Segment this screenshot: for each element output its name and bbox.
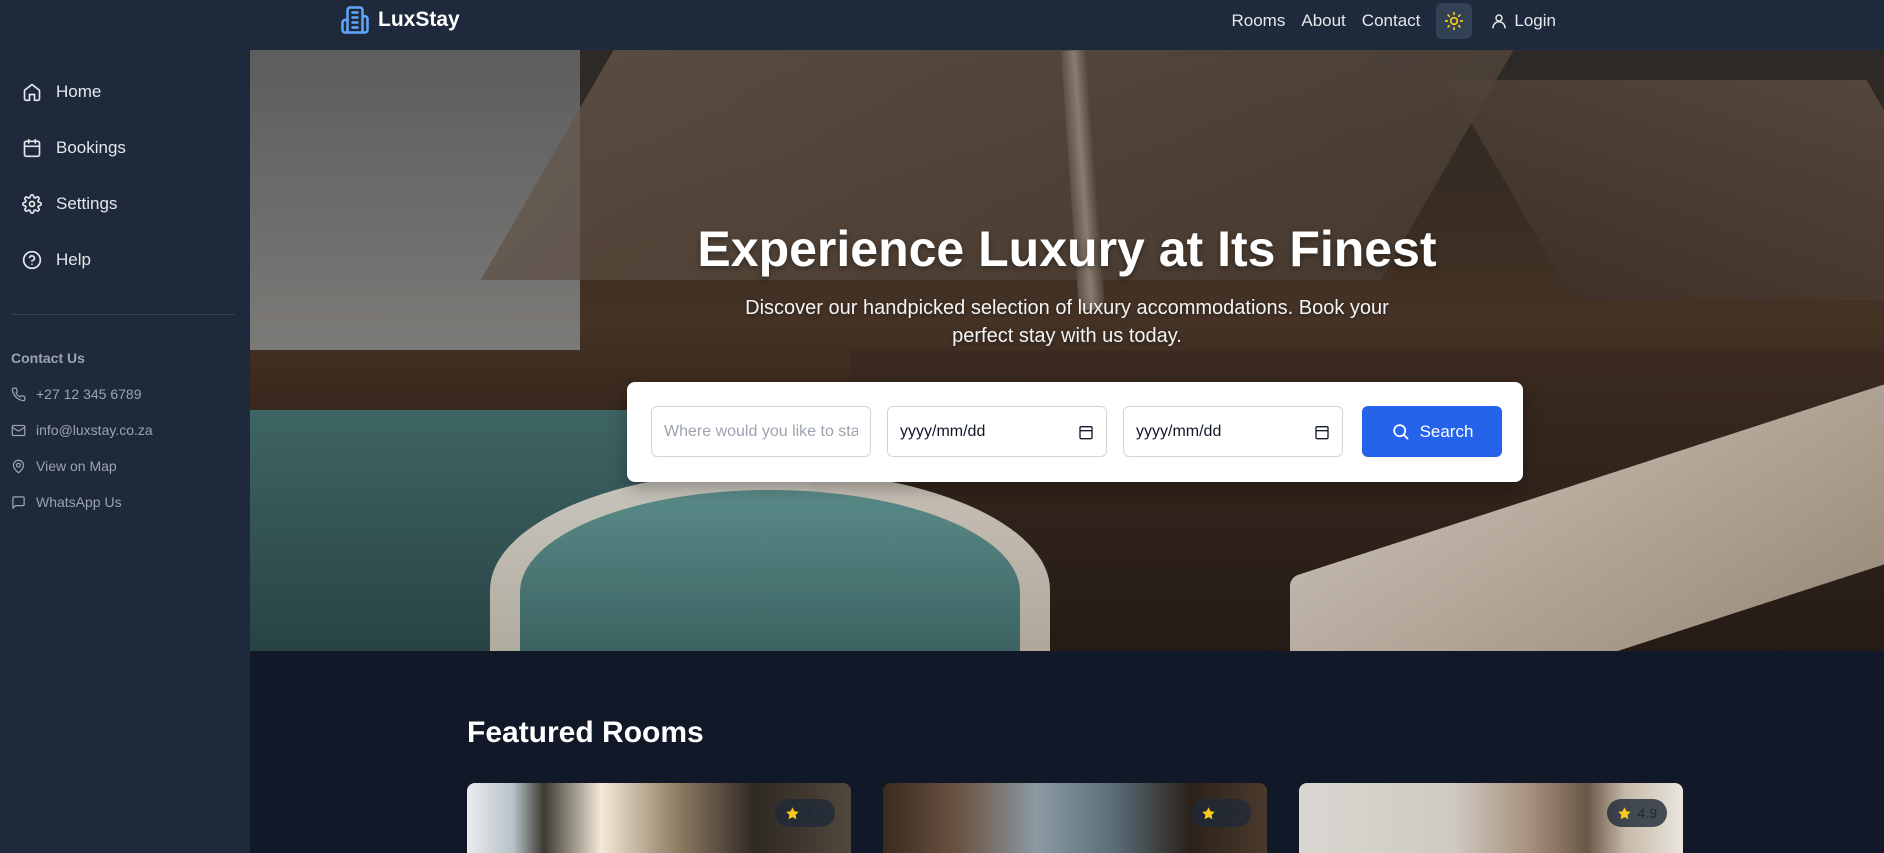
- contact-label: info@luxstay.co.za: [36, 422, 153, 438]
- hero-banner: Experience Luxury at Its Finest Discover…: [250, 50, 1884, 651]
- contact-map[interactable]: View on Map: [11, 456, 117, 476]
- rating-value: 4.6: [1221, 805, 1241, 821]
- contact-heading: Contact Us: [11, 350, 85, 366]
- checkout-date-field[interactable]: yyyy/mm/dd: [1123, 406, 1343, 457]
- mail-icon: [11, 424, 26, 436]
- nav-contact[interactable]: Contact: [1362, 11, 1421, 31]
- top-header: LuxStay Rooms About Contact Login: [0, 0, 1884, 50]
- login-button[interactable]: Login: [1490, 11, 1556, 31]
- sidebar-item-label: Bookings: [56, 138, 126, 157]
- room-card[interactable]: 4.6: [883, 783, 1267, 853]
- rating-value: 4.8: [805, 805, 825, 821]
- rating-badge: 4.6: [1190, 799, 1251, 827]
- checkout-date-value: yyyy/mm/dd: [1136, 422, 1222, 440]
- nav-rooms[interactable]: Rooms: [1232, 11, 1286, 31]
- phone-icon: [11, 387, 26, 401]
- calendar-icon[interactable]: [1314, 424, 1330, 440]
- featured-rooms-title: Featured Rooms: [467, 716, 704, 749]
- contact-email[interactable]: info@luxstay.co.za: [11, 420, 153, 440]
- calendar-icon[interactable]: [1078, 424, 1094, 440]
- sidebar-item-bookings[interactable]: Bookings: [22, 136, 126, 160]
- room-card[interactable]: 4.9: [1299, 783, 1683, 853]
- sidebar-item-label: Settings: [56, 194, 118, 213]
- gear-icon: [22, 194, 42, 214]
- search-card: yyyy/mm/dd yyyy/mm/dd Search: [627, 382, 1523, 482]
- sidebar: Home Bookings Settings Help Contact Us +…: [0, 50, 250, 853]
- help-circle-icon: [22, 250, 42, 270]
- top-nav: Rooms About Contact Login: [1232, 3, 1556, 39]
- search-button[interactable]: Search: [1362, 406, 1502, 457]
- destination-input[interactable]: [664, 422, 858, 441]
- contact-label: +27 12 345 6789: [36, 386, 142, 402]
- room-card[interactable]: 4.8: [467, 783, 851, 853]
- star-icon: [1617, 806, 1631, 819]
- sun-icon: [1445, 11, 1464, 31]
- checkin-date-value: yyyy/mm/dd: [900, 422, 986, 440]
- theme-toggle-button[interactable]: [1436, 3, 1473, 39]
- sidebar-item-label: Home: [56, 82, 102, 101]
- login-label: Login: [1514, 11, 1556, 30]
- hero-subtitle: Discover our handpicked selection of lux…: [745, 297, 1389, 347]
- brand-logo[interactable]: LuxStay: [340, 4, 460, 36]
- star-icon: [1201, 806, 1215, 819]
- search-button-label: Search: [1419, 421, 1474, 441]
- rating-badge: 4.9: [1606, 799, 1667, 827]
- contact-label: View on Map: [36, 458, 117, 474]
- sidebar-divider: [11, 314, 235, 315]
- map-pin-icon: [12, 459, 25, 474]
- sidebar-item-settings[interactable]: Settings: [22, 192, 117, 216]
- contact-label: WhatsApp Us: [36, 494, 122, 510]
- message-icon: [12, 495, 25, 509]
- rating-badge: 4.8: [774, 799, 835, 827]
- user-icon: [1492, 14, 1507, 29]
- rating-value: 4.9: [1637, 805, 1657, 821]
- calendar-icon: [23, 138, 41, 158]
- hero-title: Experience Luxury at Its Finest: [697, 221, 1437, 277]
- contact-phone[interactable]: +27 12 345 6789: [11, 384, 142, 404]
- search-icon: [1392, 424, 1409, 440]
- sidebar-item-home[interactable]: Home: [22, 80, 101, 104]
- building-icon: [340, 5, 370, 35]
- sidebar-item-label: Help: [56, 250, 91, 269]
- brand-name: LuxStay: [378, 8, 460, 31]
- checkin-date-field[interactable]: yyyy/mm/dd: [887, 406, 1107, 457]
- destination-field[interactable]: [651, 406, 871, 457]
- star-icon: [785, 806, 799, 819]
- sidebar-item-help[interactable]: Help: [22, 248, 91, 272]
- contact-whatsapp[interactable]: WhatsApp Us: [11, 492, 122, 512]
- nav-about[interactable]: About: [1301, 11, 1345, 31]
- home-icon: [23, 83, 41, 102]
